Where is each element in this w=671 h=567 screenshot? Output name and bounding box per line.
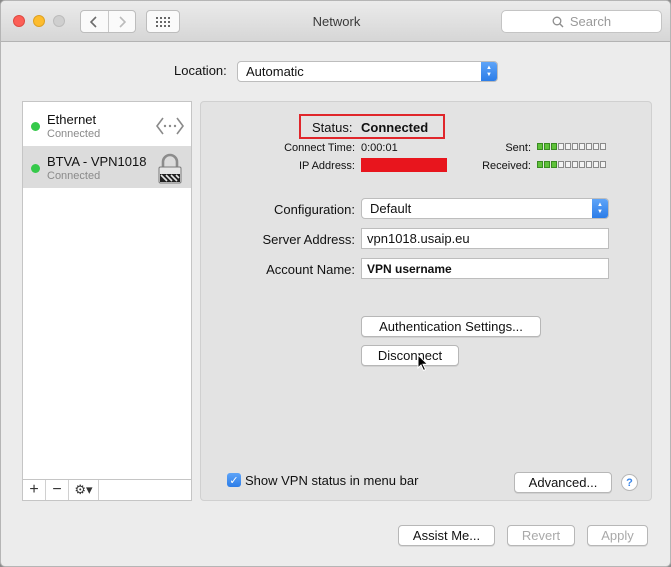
location-popup[interactable]: Automatic ▲ ▼	[237, 61, 498, 82]
advanced-button[interactable]: Advanced...	[514, 472, 612, 493]
show-vpn-status-checkbox[interactable]: ✓	[227, 473, 241, 487]
ip-address-label: IP Address:	[298, 160, 355, 172]
mouse-pointer-icon	[417, 354, 429, 372]
location-value: Automatic	[246, 64, 304, 79]
help-button[interactable]: ?	[621, 474, 638, 491]
configuration-label: Configuration:	[274, 202, 355, 217]
meter-segment	[537, 143, 543, 150]
connect-time-label: Connect Time:	[284, 142, 355, 154]
configuration-popup[interactable]: Default ▲ ▼	[361, 198, 609, 219]
meter-segment	[551, 143, 557, 150]
meter-segment	[593, 143, 599, 150]
ethernet-arrows-icon	[156, 117, 184, 135]
show-vpn-status-label: Show VPN status in menu bar	[245, 473, 419, 488]
meter-segment	[572, 143, 578, 150]
connected-status-dot	[31, 164, 40, 173]
ip-address-redaction	[361, 158, 447, 172]
disconnect-button[interactable]: Disconnect	[361, 345, 459, 366]
service-state: Connected	[47, 128, 101, 140]
popup-stepper-icon: ▲ ▼	[481, 62, 497, 81]
service-item-ethernet[interactable]: Ethernet Connected	[23, 104, 191, 146]
server-address-label: Server Address:	[262, 232, 356, 247]
remove-service-button[interactable]: −	[46, 480, 69, 500]
account-name-label: Account Name:	[266, 262, 355, 277]
meter-segment	[544, 161, 550, 168]
gear-menu-button[interactable]: ⚙▾	[69, 480, 99, 500]
service-name: Ethernet	[47, 112, 97, 127]
received-meter	[537, 161, 606, 168]
service-list-toolbar: + − ⚙▾	[23, 479, 191, 500]
assist-me-button[interactable]: Assist Me...	[398, 525, 495, 546]
meter-segment	[558, 143, 564, 150]
sent-label: Sent:	[505, 142, 531, 154]
meter-segment	[558, 161, 564, 168]
vpn-lock-icon	[158, 153, 182, 184]
add-service-button[interactable]: +	[23, 480, 46, 500]
meter-segment	[565, 143, 571, 150]
received-label: Received:	[482, 160, 531, 172]
meter-segment	[551, 161, 557, 168]
status-value: Connected	[361, 120, 429, 135]
search-field[interactable]: Search	[501, 10, 662, 33]
sent-meter	[537, 143, 606, 150]
meter-segment	[600, 161, 606, 168]
meter-segment	[579, 143, 585, 150]
location-label: Location:	[174, 63, 227, 78]
server-address-field[interactable]: vpn1018.usaip.eu	[361, 228, 609, 249]
meter-segment	[579, 161, 585, 168]
popup-stepper-icon: ▲ ▼	[592, 199, 608, 218]
account-name-field[interactable]: VPN username	[361, 258, 609, 279]
search-placeholder: Search	[569, 14, 612, 29]
meter-segment	[586, 143, 592, 150]
apply-button[interactable]: Apply	[587, 525, 648, 546]
meter-segment	[600, 143, 606, 150]
configuration-value: Default	[370, 201, 412, 216]
title-bar: Network Search	[1, 1, 670, 42]
connected-status-dot	[31, 122, 40, 131]
meter-segment	[565, 161, 571, 168]
status-label: Status:	[312, 120, 353, 135]
meter-segment	[586, 161, 592, 168]
service-item-vpn[interactable]: BTVA - VPN1018 Connected	[23, 146, 191, 188]
connect-time-value: 0:00:01	[361, 142, 398, 154]
meter-segment	[537, 161, 543, 168]
meter-segment	[544, 143, 550, 150]
network-preferences-window: Network Search Location: Automatic ▲ ▼ Et…	[0, 0, 671, 567]
authentication-settings-button[interactable]: Authentication Settings...	[361, 316, 541, 337]
search-icon	[552, 16, 564, 27]
service-name: BTVA - VPN1018	[47, 154, 147, 169]
meter-segment	[593, 161, 599, 168]
revert-button[interactable]: Revert	[507, 525, 575, 546]
service-state: Connected	[47, 170, 101, 182]
meter-segment	[572, 161, 578, 168]
service-list: Ethernet Connected BTVA - VPN1018 Connec…	[22, 101, 192, 501]
